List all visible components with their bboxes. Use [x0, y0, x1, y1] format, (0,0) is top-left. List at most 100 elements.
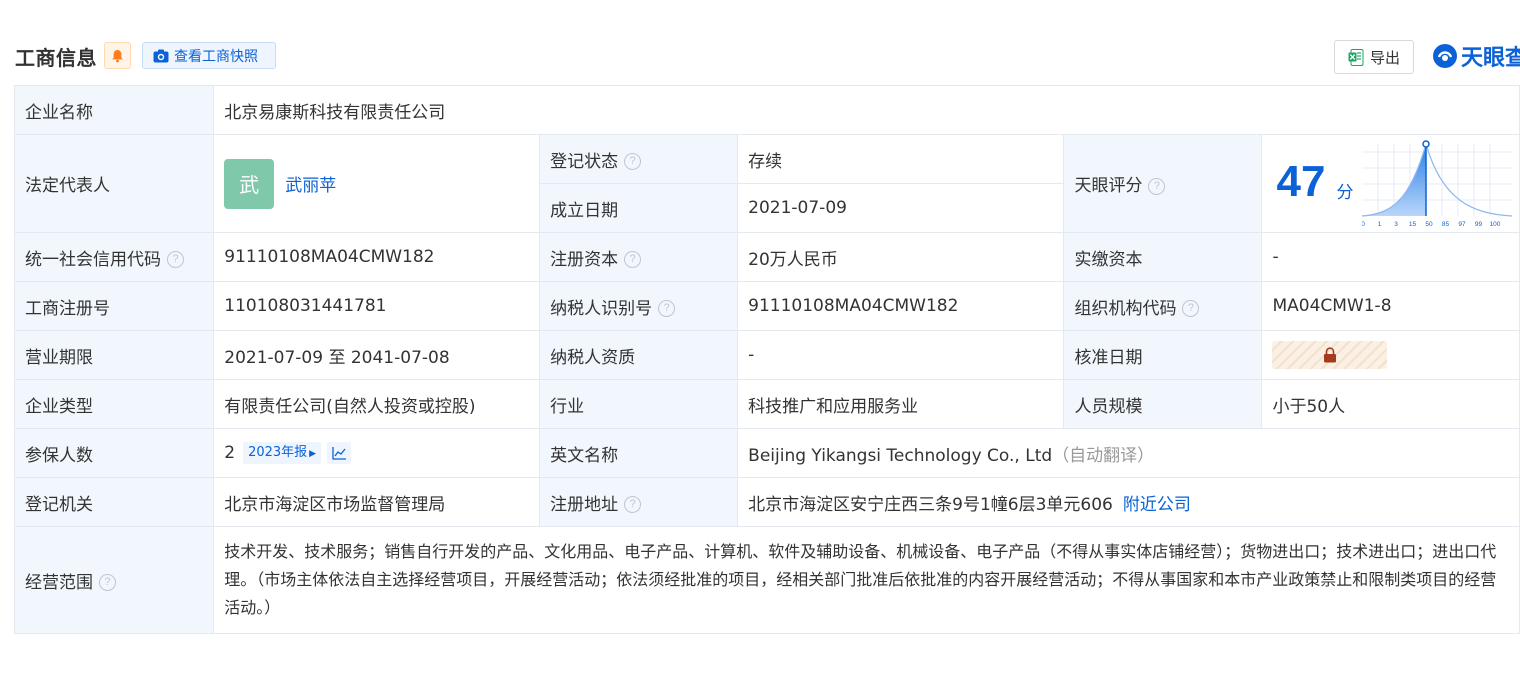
company-name-value: 北京易康斯科技有限责任公司: [213, 85, 1520, 135]
taxpayer-id-label-cell: 纳税人识别号?: [539, 281, 739, 331]
section-title: 工商信息: [15, 46, 97, 70]
tianyancha-logo-icon: [1433, 44, 1457, 68]
score-axis-tick-label: 99: [1475, 221, 1483, 228]
reg-address-value: 北京市海淀区安宁庄西三条9号1幢6层3单元606: [748, 494, 1113, 515]
legal-rep-label: 法定代表人: [13, 134, 215, 233]
tianyan-score-unit: 分: [1336, 183, 1354, 203]
table-row: 企业类型 有限责任公司(自然人投资或控股) 行业 科技推广和应用服务业 人员规模…: [13, 379, 1520, 429]
section-header: 工商信息 查看工商快照 导出 天眼查: [0, 0, 1520, 86]
help-icon[interactable]: ?: [624, 251, 642, 268]
tianyan-score-label-cell: 天眼评分?: [1063, 134, 1263, 233]
score-axis-tick-label: 0: [1362, 221, 1365, 228]
table-row: 工商注册号 110108031441781 纳税人识别号? 91110108MA…: [13, 281, 1520, 331]
company-type-value: 有限责任公司(自然人投资或控股): [213, 379, 541, 429]
help-icon[interactable]: ?: [624, 496, 642, 513]
taxpayer-id-label: 纳税人识别号: [550, 298, 653, 319]
biz-term-label: 营业期限: [13, 330, 215, 380]
score-axis-tick-label: 3: [1395, 221, 1399, 228]
annual-report-label: 2023年报: [248, 445, 308, 460]
annual-report-link[interactable]: 2023年报 ▶: [243, 442, 322, 464]
org-code-label-cell: 组织机构代码?: [1063, 281, 1263, 331]
org-code-label: 组织机构代码: [1074, 298, 1177, 319]
approval-date-label: 核准日期: [1063, 330, 1263, 380]
company-type-label: 企业类型: [13, 379, 215, 429]
reg-capital-label-cell: 注册资本?: [539, 232, 739, 282]
biz-term-value: 2021-07-09 至 2041-07-08: [213, 330, 541, 380]
excel-icon: [1348, 48, 1364, 66]
help-icon[interactable]: ?: [1148, 177, 1166, 195]
score-axis-tick-label: 97: [1459, 221, 1467, 228]
trend-chart-button[interactable]: [327, 442, 352, 464]
avatar[interactable]: 武: [224, 158, 275, 209]
bell-icon: [112, 49, 123, 62]
camera-icon: [153, 49, 169, 62]
staff-size-label: 人员规模: [1063, 379, 1263, 429]
english-name-value: Beijing Yikangsi Technology Co., Ltd: [748, 445, 1053, 466]
help-icon[interactable]: ?: [99, 574, 116, 591]
founded-value: 2021-07-09: [737, 183, 1065, 233]
english-name-cell: Beijing Yikangsi Technology Co., Ltd（自动翻…: [737, 428, 1520, 478]
help-icon[interactable]: ?: [1182, 300, 1200, 317]
score-axis-tick-label: 50: [1426, 221, 1434, 228]
paid-capital-value: -: [1261, 232, 1520, 282]
legal-rep-name-link[interactable]: 武丽苹: [285, 171, 336, 196]
table-row: 企业名称 北京易康斯科技有限责任公司: [13, 85, 1520, 135]
export-button[interactable]: 导出: [1334, 40, 1414, 74]
tianyan-score-cell[interactable]: 47 分 1 3 15 50 85 97 99 100: [1261, 134, 1520, 233]
nearby-companies-link[interactable]: 附近公司: [1123, 495, 1191, 515]
scope-label-cell: 经营范围?: [13, 526, 215, 634]
legal-rep-cell: 武 武丽苹: [213, 134, 541, 233]
table-row: 统一社会信用代码? 91110108MA04CMW182 注册资本? 20万人民…: [13, 232, 1520, 282]
tianyan-score-label: 天眼评分: [1074, 176, 1143, 196]
reg-authority-label: 登记机关: [13, 477, 215, 527]
paid-capital-label: 实缴资本: [1063, 232, 1263, 282]
staff-size-value: 小于50人: [1261, 379, 1520, 429]
reg-capital-label: 注册资本: [550, 249, 619, 270]
scope-value: 技术开发、技术服务；销售自行开发的产品、文化用品、电子产品、计算机、软件及辅助设…: [213, 526, 1520, 634]
reg-address-label: 注册地址: [550, 494, 619, 515]
caret-right-icon: ▶: [309, 449, 317, 459]
line-chart-icon: [331, 447, 346, 460]
score-distribution-chart: 0 1 3 15 50 85 97 99 100: [1362, 140, 1513, 228]
score-axis-tick-label: 1: [1378, 221, 1382, 228]
logo-text: 天眼查: [1461, 46, 1520, 71]
scope-label: 经营范围: [25, 572, 93, 593]
business-info-table: 企业名称 北京易康斯科技有限责任公司 法定代表人 武 武丽苹 登记状态? 存续 …: [13, 85, 1520, 634]
insured-cell: 2 2023年报 ▶: [213, 428, 541, 478]
reg-capital-value: 20万人民币: [737, 232, 1065, 282]
help-icon[interactable]: ?: [658, 300, 676, 317]
industry-label: 行业: [539, 379, 739, 429]
table-row: 参保人数 2 2023年报 ▶ 英文名称 Beijing Yikangsi Tech…: [13, 428, 1520, 478]
credit-code-value: 91110108MA04CMW182: [213, 232, 541, 282]
table-row: 经营范围? 技术开发、技术服务；销售自行开发的产品、文化用品、电子产品、计算机、…: [13, 526, 1520, 634]
reg-address-cell: 北京市海淀区安宁庄西三条9号1幢6层3单元606 附近公司: [737, 477, 1520, 527]
score-axis-tick-label: 85: [1442, 221, 1450, 228]
biz-reg-no-label: 工商注册号: [13, 281, 215, 331]
industry-value: 科技推广和应用服务业: [737, 379, 1065, 429]
view-snapshot-label: 查看工商快照: [174, 48, 258, 65]
reg-status-value: 存续: [737, 134, 1065, 184]
taxpayer-id-value: 91110108MA04CMW182: [737, 281, 1065, 331]
monitor-bell-button[interactable]: [104, 42, 131, 69]
table-row: 法定代表人 武 武丽苹 登记状态? 存续 天眼评分? 47 分 1 3 15 5…: [13, 134, 1520, 233]
view-snapshot-button[interactable]: 查看工商快照: [142, 42, 276, 69]
vip-locked-value[interactable]: [1272, 341, 1388, 369]
approval-date-cell: [1261, 330, 1520, 380]
reg-address-label-cell: 注册地址?: [539, 477, 739, 527]
auto-translate-note: （自动翻译）: [1052, 445, 1155, 466]
score-axis-tick-label: 100: [1490, 221, 1501, 228]
tianyancha-logo: 天眼查: [1432, 40, 1520, 72]
tianyan-score-value: 47: [1276, 157, 1326, 206]
score-axis-tick-label: 15: [1409, 221, 1417, 228]
help-icon[interactable]: ?: [624, 153, 642, 170]
table-row: 营业期限 2021-07-09 至 2041-07-08 纳税人资质 - 核准日…: [13, 330, 1520, 380]
reg-status-label-cell: 登记状态?: [539, 134, 739, 184]
credit-code-label-cell: 统一社会信用代码?: [13, 232, 215, 282]
english-name-label: 英文名称: [539, 428, 739, 478]
help-icon[interactable]: ?: [167, 251, 184, 268]
taxpayer-qual-value: -: [737, 330, 1065, 380]
export-label: 导出: [1369, 48, 1400, 67]
company-name-label: 企业名称: [13, 85, 215, 135]
biz-reg-no-value: 110108031441781: [213, 281, 541, 331]
reg-status-label: 登记状态: [550, 151, 619, 172]
